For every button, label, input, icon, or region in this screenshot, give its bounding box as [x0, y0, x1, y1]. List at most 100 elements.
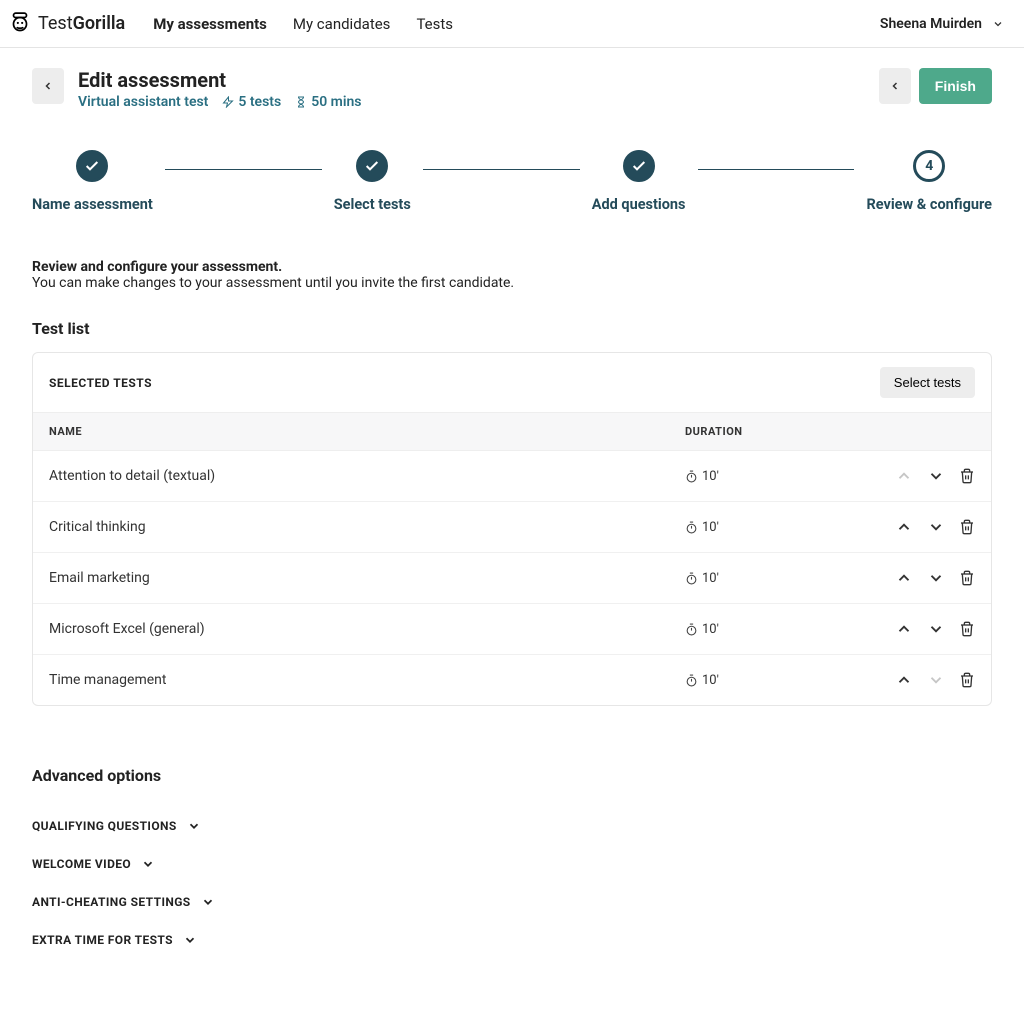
delete-button[interactable] — [959, 672, 975, 688]
stopwatch-icon — [685, 470, 698, 483]
advanced-option[interactable]: WELCOME VIDEO — [32, 845, 992, 883]
bolt-icon — [222, 96, 234, 108]
finish-button[interactable]: Finish — [919, 68, 992, 104]
test-list-card: SELECTED TESTS Select tests NAME DURATIO… — [32, 352, 992, 706]
stopwatch-icon — [685, 674, 698, 687]
nav-my-candidates[interactable]: My candidates — [293, 15, 391, 33]
delete-button[interactable] — [959, 468, 975, 484]
advanced-option[interactable]: QUALIFYING QUESTIONS — [32, 807, 992, 845]
move-down-button[interactable] — [927, 569, 945, 587]
chevron-left-icon — [42, 80, 54, 92]
test-name: Email marketing — [49, 570, 685, 586]
move-up-button[interactable] — [895, 620, 913, 638]
move-up-button — [895, 467, 913, 485]
test-name: Attention to detail (textual) — [49, 468, 685, 484]
test-row: Attention to detail (textual) 10' — [33, 451, 991, 502]
test-name: Critical thinking — [49, 519, 685, 535]
move-down-button — [927, 671, 945, 689]
page-header: Edit assessment Virtual assistant test 5… — [32, 68, 992, 110]
user-name: Sheena Muirden — [880, 16, 982, 32]
select-tests-button[interactable]: Select tests — [880, 367, 975, 398]
hourglass-icon — [295, 96, 307, 108]
test-row: Critical thinking 10' — [33, 502, 991, 553]
step-check-icon — [76, 150, 108, 182]
test-row: Time management 10' — [33, 655, 991, 705]
advanced-option-label: QUALIFYING QUESTIONS — [32, 819, 177, 833]
step-check-icon — [623, 150, 655, 182]
test-duration: 10' — [685, 520, 855, 535]
move-down-button[interactable] — [927, 620, 945, 638]
step-name-assessment[interactable]: Name assessment — [32, 150, 153, 213]
test-list-heading: Test list — [32, 319, 992, 338]
move-down-button[interactable] — [927, 467, 945, 485]
trash-icon — [959, 570, 975, 586]
test-row: Microsoft Excel (general) 10' — [33, 604, 991, 655]
user-menu[interactable]: Sheena Muirden — [880, 16, 1014, 32]
test-duration: 10' — [685, 673, 855, 688]
step-add-questions[interactable]: Add questions — [592, 150, 686, 213]
chevron-up-icon — [895, 620, 913, 638]
chevron-down-icon — [201, 895, 215, 909]
advanced-options: Advanced options QUALIFYING QUESTIONS WE… — [32, 766, 992, 959]
move-up-button[interactable] — [895, 671, 913, 689]
chevron-up-icon — [895, 518, 913, 536]
move-up-button[interactable] — [895, 518, 913, 536]
stopwatch-icon — [685, 521, 698, 534]
delete-button[interactable] — [959, 570, 975, 586]
chevron-down-icon — [927, 569, 945, 587]
prev-step-button[interactable] — [879, 68, 911, 104]
col-name: NAME — [49, 425, 685, 438]
brand-logo[interactable]: TestGorilla — [6, 10, 125, 38]
col-duration: DURATION — [685, 425, 855, 438]
test-name: Microsoft Excel (general) — [49, 621, 685, 637]
step-select-tests[interactable]: Select tests — [334, 150, 411, 213]
delete-button[interactable] — [959, 621, 975, 637]
chevron-down-icon — [992, 18, 1004, 30]
advanced-option[interactable]: ANTI-CHEATING SETTINGS — [32, 883, 992, 921]
tests-count: 5 tests — [222, 94, 281, 110]
test-duration: 10' — [685, 622, 855, 637]
advanced-option-label: ANTI-CHEATING SETTINGS — [32, 895, 191, 909]
chevron-down-icon — [141, 857, 155, 871]
page-title: Edit assessment — [78, 68, 362, 92]
chevron-up-icon — [895, 671, 913, 689]
trash-icon — [959, 672, 975, 688]
test-duration: 10' — [685, 469, 855, 484]
test-duration: 10' — [685, 571, 855, 586]
chevron-down-icon — [927, 620, 945, 638]
advanced-option-label: WELCOME VIDEO — [32, 857, 131, 871]
section-intro: Review and configure your assessment. Yo… — [32, 259, 992, 291]
chevron-down-icon — [927, 467, 945, 485]
move-up-button[interactable] — [895, 569, 913, 587]
test-name: Time management — [49, 672, 685, 688]
nav-items: My assessments My candidates Tests — [153, 15, 453, 33]
chevron-down-icon — [187, 819, 201, 833]
nav-my-assessments[interactable]: My assessments — [153, 15, 267, 33]
test-row: Email marketing 10' — [33, 553, 991, 604]
trash-icon — [959, 468, 975, 484]
assessment-name: Virtual assistant test — [78, 94, 208, 110]
chevron-down-icon — [927, 518, 945, 536]
test-list-header: NAME DURATION — [33, 413, 991, 451]
back-button[interactable] — [32, 68, 64, 104]
step-check-icon — [356, 150, 388, 182]
step-review-configure[interactable]: 4 Review & configure — [866, 150, 992, 213]
move-down-button[interactable] — [927, 518, 945, 536]
nav-tests[interactable]: Tests — [416, 15, 453, 33]
duration: 50 mins — [295, 94, 361, 110]
top-nav: TestGorilla My assessments My candidates… — [0, 0, 1024, 48]
advanced-option-label: EXTRA TIME FOR TESTS — [32, 933, 173, 947]
brand-name-thin: Test — [38, 13, 73, 34]
chevron-left-icon — [889, 80, 901, 92]
brand-name-bold: Gorilla — [73, 13, 126, 34]
advanced-option[interactable]: EXTRA TIME FOR TESTS — [32, 921, 992, 959]
chevron-down-icon — [927, 671, 945, 689]
step-number-icon: 4 — [913, 150, 945, 182]
delete-button[interactable] — [959, 519, 975, 535]
stepper: Name assessment Select tests Add questio… — [32, 150, 992, 213]
trash-icon — [959, 519, 975, 535]
advanced-options-heading: Advanced options — [32, 766, 992, 785]
gorilla-icon — [6, 10, 34, 38]
chevron-up-icon — [895, 569, 913, 587]
trash-icon — [959, 621, 975, 637]
